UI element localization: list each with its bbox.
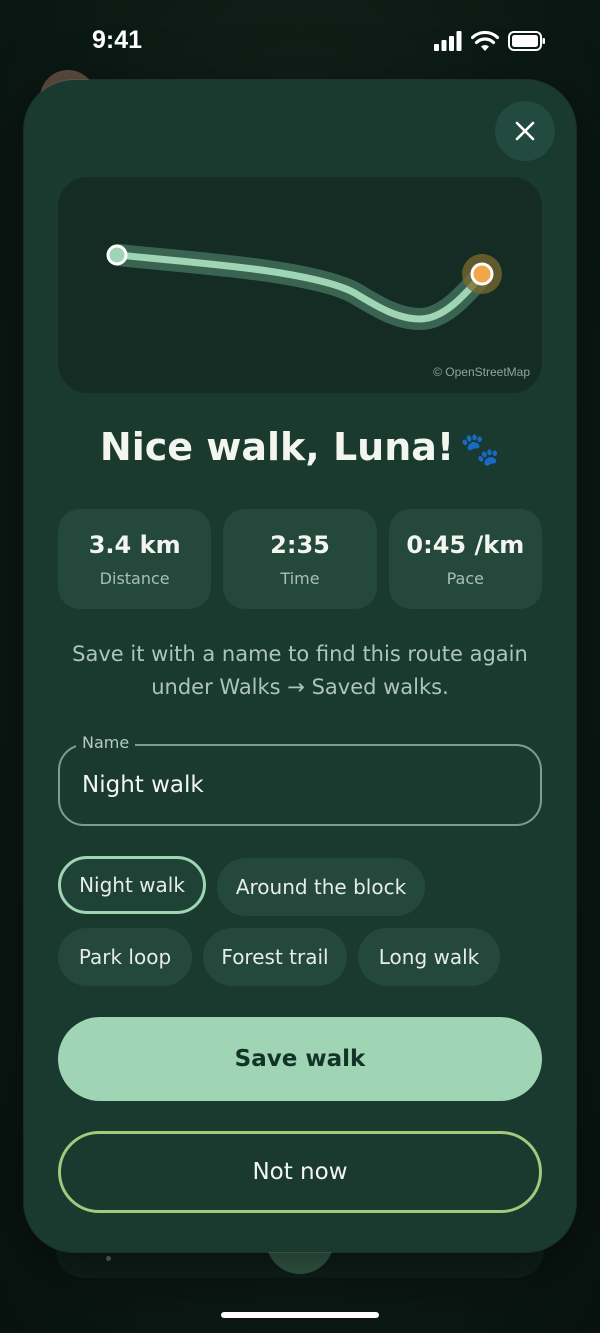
sheet-title: Nice walk, Luna! 🐾 — [24, 425, 576, 469]
route-path-halo — [107, 244, 493, 331]
save-walk-button[interactable]: Save walk — [58, 1017, 542, 1101]
stat-time: 2:35 Time — [223, 509, 377, 609]
title-text: Nice walk, Luna! — [99, 425, 455, 469]
status-time: 9:41 — [92, 26, 143, 54]
stat-label: Pace — [446, 568, 484, 588]
signal-icon — [434, 31, 462, 51]
stat-label: Distance — [99, 568, 170, 588]
close-button[interactable] — [495, 101, 555, 161]
save-hint-line-1: Save it with a name to find this route a… — [72, 642, 528, 666]
name-field[interactable]: Name — [58, 733, 542, 826]
stat-pace: 0:45 /km Pace — [388, 509, 542, 609]
stat-distance: 3.4 km Distance — [58, 509, 212, 609]
paw-icon: 🐾 — [460, 430, 501, 468]
stat-value: 0:45 /km — [406, 530, 525, 559]
route-start-marker — [106, 244, 128, 266]
suggestion-chip-long-walk[interactable]: Long walk — [358, 928, 500, 986]
stat-label: Time — [280, 568, 320, 588]
map-attribution[interactable]: © OpenStreetMap — [433, 365, 530, 379]
stat-value: 3.4 km — [88, 530, 181, 559]
background-dot — [106, 1256, 111, 1261]
route-end-marker — [470, 262, 494, 286]
not-now-button[interactable]: Not now — [58, 1131, 542, 1213]
name-input[interactable] — [82, 746, 522, 824]
suggestion-chip-park-loop[interactable]: Park loop — [58, 928, 192, 986]
suggestion-chip-night-walk[interactable]: Night walk — [58, 856, 206, 914]
save-hint: Save it with a name to find this route a… — [54, 638, 546, 704]
save-hint-line-2: under Walks → Saved walks. — [151, 675, 449, 699]
save-walk-sheet: © OpenStreetMap Nice walk, Luna! 🐾 3.4 km… — [24, 80, 576, 1252]
route-map-drawing — [106, 244, 502, 331]
home-indicator[interactable] — [221, 1312, 379, 1318]
walk-stats: 3.4 km Distance 2:35 Time 0:45 /km Pace — [58, 509, 542, 609]
suggestion-chip-forest-trail[interactable]: Forest trail — [203, 928, 347, 986]
status-icons — [434, 30, 546, 52]
battery-icon — [508, 31, 545, 51]
suggestion-chip-around-the-block[interactable]: Around the block — [217, 858, 425, 916]
stat-value: 2:35 — [270, 530, 330, 559]
route-map[interactable]: © OpenStreetMap — [58, 177, 542, 393]
close-icon — [515, 121, 535, 141]
screen: 9:41 © OpenStreetMap Nice walk, Luna! 🐾 … — [0, 0, 600, 1333]
wifi-icon — [471, 30, 499, 51]
status-bar: 9:41 — [0, 0, 600, 82]
